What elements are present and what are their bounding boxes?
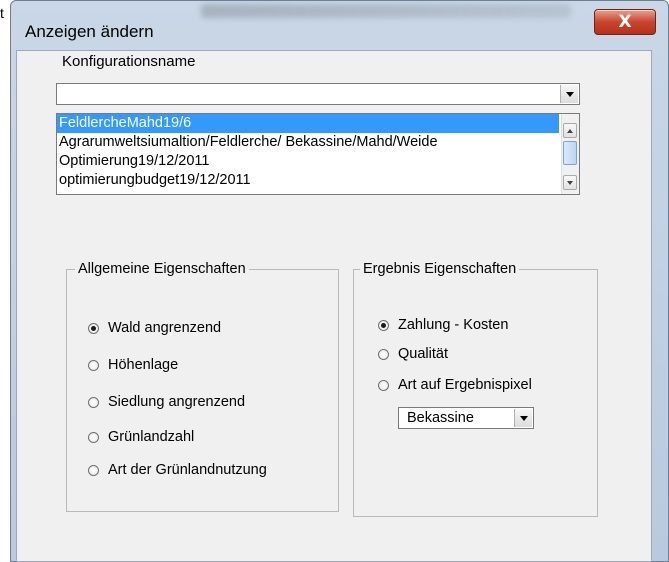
radio-hoehenlage[interactable]: Höhenlage: [88, 357, 178, 373]
close-icon: X: [618, 12, 632, 32]
chevron-down-icon: [519, 415, 528, 421]
radio-button-icon: [88, 431, 99, 443]
arrow-up-icon: [567, 128, 573, 133]
radio-button-icon: [88, 322, 99, 334]
close-button[interactable]: X: [594, 9, 656, 35]
result-properties-group: Ergebnis Eigenschaften: [353, 260, 598, 517]
radio-button-icon: [378, 379, 389, 391]
radio-button-icon: [378, 319, 389, 331]
radio-button-icon: [88, 396, 99, 408]
chevron-down-icon: [565, 91, 574, 97]
species-select-value: Bekassine: [407, 410, 474, 426]
scroll-down-button[interactable]: [563, 175, 577, 190]
species-dropdown-button[interactable]: [514, 409, 532, 427]
scroll-up-button[interactable]: [563, 123, 577, 138]
radio-art-auf-ergebnispixel[interactable]: Art auf Ergebnispixel: [378, 377, 532, 393]
radio-button-icon: [378, 348, 389, 360]
radio-label: Zahlung - Kosten: [398, 317, 509, 333]
config-list-scrollbar[interactable]: [561, 114, 579, 194]
radio-label: Art auf Ergebnispixel: [398, 377, 532, 393]
config-list-item[interactable]: optimierungbudget19/12/2011: [57, 171, 559, 190]
radio-gruenlandzahl[interactable]: Grünlandzahl: [88, 429, 194, 445]
species-select[interactable]: Bekassine: [398, 407, 534, 429]
scrollbar-thumb[interactable]: [563, 141, 577, 165]
radio-label: Siedlung angrenzend: [108, 394, 246, 410]
config-name-label: Konfigurationsname: [62, 53, 196, 70]
config-list[interactable]: FeldlercheMahd19/6 Agrarumweltsiumaltion…: [56, 113, 580, 195]
radio-wald-angrenzend[interactable]: Wald angrenzend: [88, 320, 221, 336]
title-bar-blurred-text: [201, 4, 571, 18]
config-list-item[interactable]: Optimierung19/12/2011: [57, 152, 559, 171]
radio-qualitaet[interactable]: Qualität: [378, 346, 448, 362]
config-name-combo[interactable]: [56, 83, 580, 105]
config-list-item[interactable]: FeldlercheMahd19/6: [57, 114, 559, 133]
general-properties-label: Allgemeine Eigenschaften: [75, 260, 249, 278]
radio-label: Art der Grünlandnutzung: [108, 462, 267, 478]
radio-siedlung-angrenzend[interactable]: Siedlung angrenzend: [88, 394, 245, 410]
radio-label: Höhenlage: [108, 357, 179, 373]
radio-zahlung-kosten[interactable]: Zahlung - Kosten: [378, 317, 508, 333]
dialog-title: Anzeigen ändern: [25, 22, 154, 41]
background-window-text: t: [0, 5, 4, 21]
arrow-down-icon: [567, 180, 573, 185]
radio-button-icon: [88, 359, 99, 371]
radio-label: Qualität: [398, 346, 448, 362]
config-list-item[interactable]: Agrarumweltsiumaltion/Feldlerche/ Bekass…: [57, 133, 559, 152]
radio-label: Wald angrenzend: [108, 320, 222, 336]
radio-art-der-gruenlandnutzung[interactable]: Art der Grünlandnutzung: [88, 462, 267, 478]
radio-button-icon: [88, 464, 99, 476]
config-combo-dropdown-button[interactable]: [560, 85, 578, 103]
radio-label: Grünlandzahl: [108, 429, 195, 445]
result-properties-label: Ergebnis Eigenschaften: [360, 260, 520, 278]
